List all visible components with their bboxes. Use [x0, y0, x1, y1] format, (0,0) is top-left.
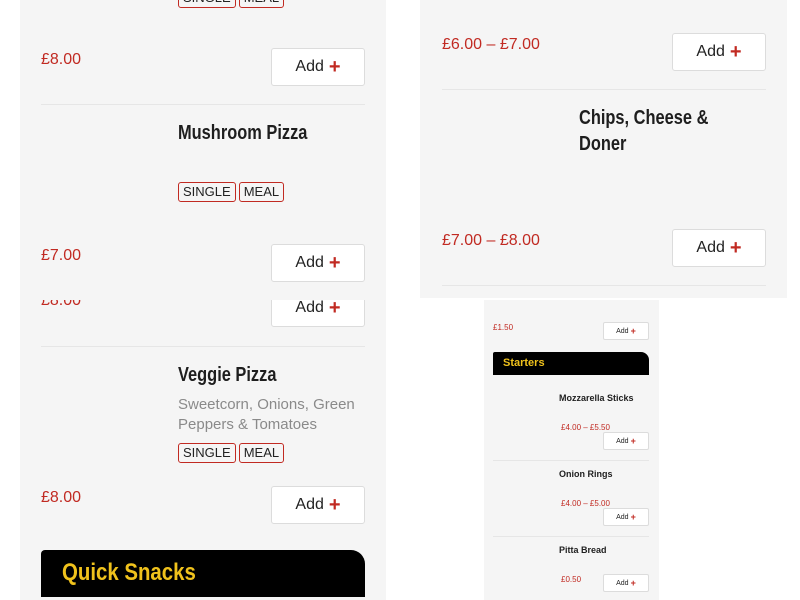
plus-icon: +: [328, 252, 341, 274]
item-title: Pitta Bread: [559, 545, 607, 555]
add-label: Add: [295, 300, 324, 316]
badge-group: SINGLEMEAL: [178, 443, 287, 463]
item-divider: [442, 285, 766, 286]
item-title: Onion Rings: [559, 469, 613, 479]
plus-icon: +: [729, 237, 742, 259]
badge-group: SINGLEMEAL: [178, 182, 287, 202]
item-price: £7.00: [41, 247, 82, 264]
item-divider: [41, 104, 365, 105]
menu-panel-bottom-left: £8.00 Add + Veggie Pizza Sweetcorn, Onion…: [20, 300, 386, 600]
add-label: Add: [616, 437, 629, 445]
plus-icon: +: [630, 512, 636, 522]
item-price: £4.00 – £5.50: [561, 423, 610, 432]
item-price: £7.00 – £8.00: [442, 232, 540, 249]
add-button[interactable]: Add +: [603, 574, 649, 592]
add-button[interactable]: Add +: [603, 432, 649, 450]
item-price: £8.00: [41, 489, 82, 506]
plus-icon: +: [630, 326, 636, 336]
item-title-line1: Chips, Cheese &: [579, 107, 709, 129]
plus-icon: +: [729, 41, 742, 63]
menu-panel-top-left: SINGLEMEAL £8.00 Add+ Mushroom Pizza SIN…: [20, 0, 386, 300]
meal-badge[interactable]: MEAL: [238, 443, 285, 463]
add-button[interactable]: Add +: [672, 229, 766, 267]
add-label: Add: [295, 254, 324, 271]
item-description-line2: Peppers & Tomatoes: [178, 416, 317, 433]
add-label: Add: [616, 579, 629, 587]
item-price: £1.50: [493, 323, 514, 332]
item-title-line2: Doner: [579, 133, 627, 155]
add-label: Add: [616, 513, 629, 521]
item-price: £8.00: [41, 300, 82, 309]
add-button[interactable]: Add +: [271, 300, 365, 327]
item-price: £4.00 – £5.00: [561, 499, 610, 508]
menu-panel-top-right: £6.00 – £7.00 Add + Chips, Cheese & Doner…: [420, 0, 787, 298]
add-button[interactable]: Add +: [271, 244, 365, 282]
plus-icon: +: [630, 578, 636, 588]
meal-badge[interactable]: MEAL: [238, 0, 285, 8]
add-label: Add: [616, 327, 629, 335]
item-title: Mozzarella Sticks: [559, 393, 634, 403]
single-badge[interactable]: SINGLE: [178, 443, 236, 463]
add-button[interactable]: Add +: [603, 322, 649, 340]
badge-group: SINGLEMEAL: [178, 0, 287, 8]
category-title: Quick Snacks: [62, 559, 196, 586]
add-button[interactable]: Add +: [672, 33, 766, 71]
item-price: £0.50: [561, 575, 582, 584]
item-divider: [493, 536, 649, 537]
item-price: £6.00 – £7.00: [442, 36, 540, 53]
add-label: Add: [295, 496, 324, 513]
item-price: £8.00: [41, 51, 82, 68]
item-description-line1: Sweetcorn, Onions, Green: [178, 396, 355, 413]
item-divider: [442, 89, 766, 90]
add-button[interactable]: Add +: [271, 486, 365, 524]
single-badge[interactable]: SINGLE: [178, 0, 236, 8]
add-label: Add: [696, 43, 725, 60]
category-title: Starters: [503, 357, 545, 369]
item-title: Mushroom Pizza: [178, 122, 308, 144]
add-button[interactable]: Add +: [603, 508, 649, 526]
item-divider: [493, 460, 649, 461]
add-button[interactable]: Add +: [271, 48, 365, 86]
add-label: Add: [696, 239, 725, 256]
plus-icon: +: [328, 494, 341, 516]
meal-badge[interactable]: MEAL: [238, 182, 285, 202]
item-divider: [41, 346, 365, 347]
plus-icon: +: [328, 300, 341, 319]
single-badge[interactable]: SINGLE: [178, 182, 236, 202]
item-title: Veggie Pizza: [178, 364, 277, 386]
add-label: Add: [295, 58, 324, 75]
plus-icon: +: [630, 436, 636, 446]
plus-icon: +: [328, 56, 341, 78]
menu-panel-bottom-right: £1.50 Add + Starters Mozzarella Sticks £4…: [484, 300, 659, 600]
